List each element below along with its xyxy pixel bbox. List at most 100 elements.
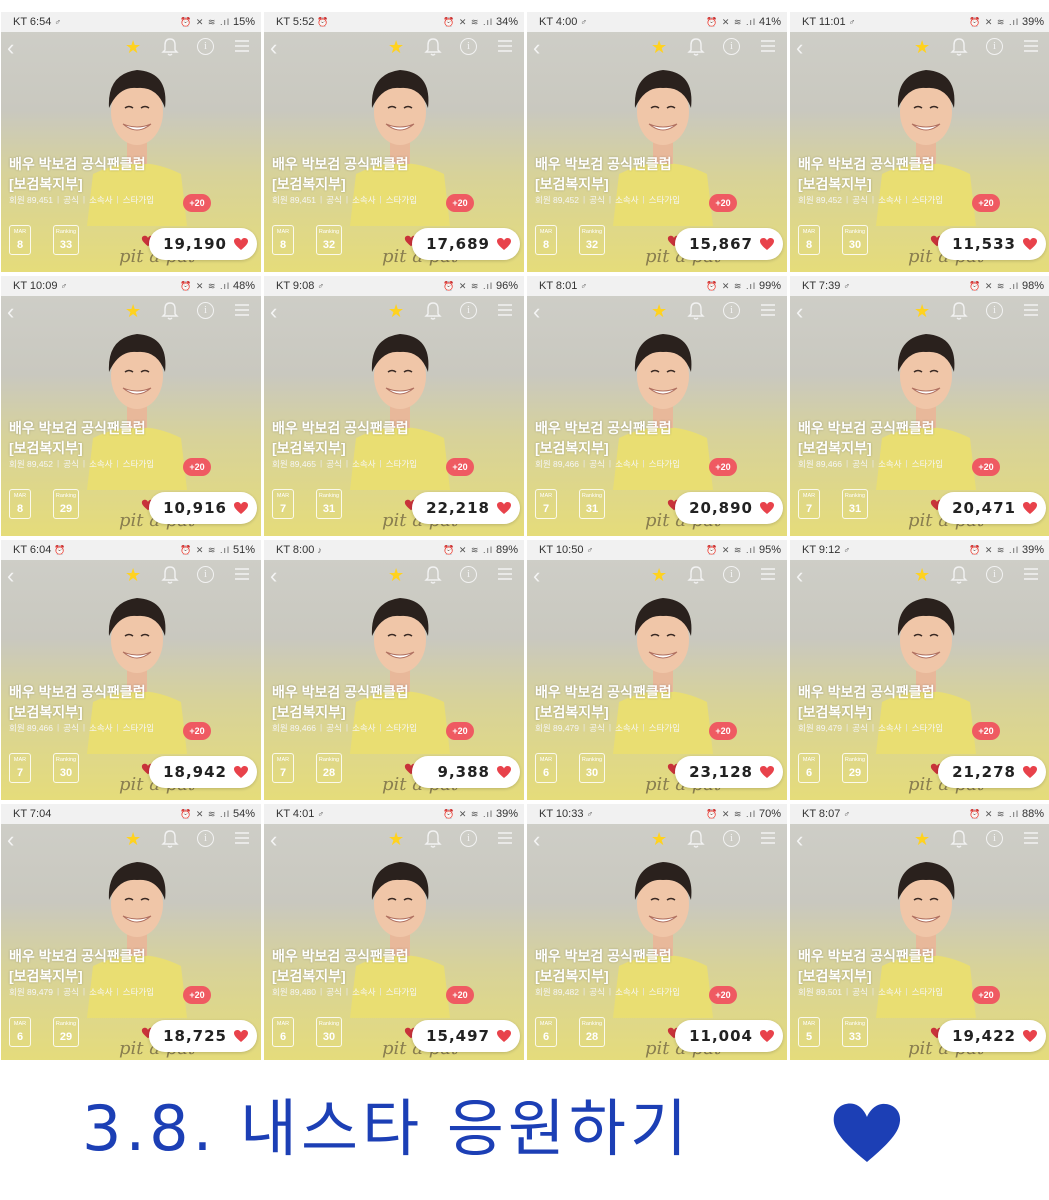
info-icon[interactable]: i: [197, 566, 214, 583]
bell-icon[interactable]: [424, 301, 442, 321]
favorite-star-icon[interactable]: ★: [651, 300, 667, 322]
vote-count-button[interactable]: 15,867: [675, 228, 783, 260]
back-arrow-icon[interactable]: ‹: [7, 36, 14, 60]
menu-icon[interactable]: [1024, 830, 1038, 846]
bell-icon[interactable]: [161, 565, 179, 585]
favorite-star-icon[interactable]: ★: [651, 564, 667, 586]
info-icon[interactable]: i: [723, 830, 740, 847]
back-arrow-icon[interactable]: ‹: [270, 828, 277, 852]
menu-icon[interactable]: [235, 566, 249, 582]
favorite-star-icon[interactable]: ★: [125, 36, 141, 58]
menu-icon[interactable]: [761, 566, 775, 582]
menu-icon[interactable]: [235, 38, 249, 54]
favorite-star-icon[interactable]: ★: [914, 564, 930, 586]
back-arrow-icon[interactable]: ‹: [533, 564, 540, 588]
info-icon[interactable]: i: [197, 830, 214, 847]
vote-count-button[interactable]: 11,004: [675, 1020, 783, 1052]
vote-count-button[interactable]: 18,942: [149, 756, 257, 788]
back-arrow-icon[interactable]: ‹: [270, 564, 277, 588]
bell-icon[interactable]: [424, 565, 442, 585]
back-arrow-icon[interactable]: ‹: [796, 300, 803, 324]
back-arrow-icon[interactable]: ‹: [796, 36, 803, 60]
favorite-star-icon[interactable]: ★: [914, 300, 930, 322]
back-arrow-icon[interactable]: ‹: [270, 300, 277, 324]
bell-icon[interactable]: [950, 565, 968, 585]
info-icon[interactable]: i: [460, 38, 477, 55]
info-icon[interactable]: i: [723, 38, 740, 55]
plus-badge[interactable]: +20: [972, 458, 1000, 476]
bell-icon[interactable]: [687, 565, 705, 585]
bell-icon[interactable]: [161, 301, 179, 321]
favorite-star-icon[interactable]: ★: [388, 828, 404, 850]
info-icon[interactable]: i: [197, 38, 214, 55]
bell-icon[interactable]: [950, 37, 968, 57]
vote-count-button[interactable]: 21,278: [938, 756, 1046, 788]
favorite-star-icon[interactable]: ★: [125, 300, 141, 322]
menu-icon[interactable]: [235, 830, 249, 846]
favorite-star-icon[interactable]: ★: [651, 36, 667, 58]
menu-icon[interactable]: [498, 566, 512, 582]
menu-icon[interactable]: [761, 830, 775, 846]
info-icon[interactable]: i: [460, 566, 477, 583]
favorite-star-icon[interactable]: ★: [388, 300, 404, 322]
back-arrow-icon[interactable]: ‹: [270, 36, 277, 60]
vote-count-button[interactable]: 20,471: [938, 492, 1046, 524]
back-arrow-icon[interactable]: ‹: [7, 828, 14, 852]
menu-icon[interactable]: [235, 302, 249, 318]
vote-count-button[interactable]: 20,890: [675, 492, 783, 524]
plus-badge[interactable]: +20: [183, 986, 211, 1004]
favorite-star-icon[interactable]: ★: [125, 564, 141, 586]
plus-badge[interactable]: +20: [972, 722, 1000, 740]
plus-badge[interactable]: +20: [709, 986, 737, 1004]
plus-badge[interactable]: +20: [183, 458, 211, 476]
back-arrow-icon[interactable]: ‹: [796, 828, 803, 852]
favorite-star-icon[interactable]: ★: [651, 828, 667, 850]
info-icon[interactable]: i: [986, 830, 1003, 847]
back-arrow-icon[interactable]: ‹: [7, 564, 14, 588]
menu-icon[interactable]: [498, 830, 512, 846]
plus-badge[interactable]: +20: [709, 458, 737, 476]
back-arrow-icon[interactable]: ‹: [533, 300, 540, 324]
plus-badge[interactable]: +20: [446, 194, 474, 212]
vote-count-button[interactable]: 18,725: [149, 1020, 257, 1052]
vote-count-button[interactable]: 15,497: [412, 1020, 520, 1052]
vote-count-button[interactable]: 23,128: [675, 756, 783, 788]
bell-icon[interactable]: [424, 829, 442, 849]
info-icon[interactable]: i: [723, 566, 740, 583]
bell-icon[interactable]: [687, 301, 705, 321]
bell-icon[interactable]: [950, 301, 968, 321]
info-icon[interactable]: i: [986, 566, 1003, 583]
plus-badge[interactable]: +20: [972, 986, 1000, 1004]
plus-badge[interactable]: +20: [972, 194, 1000, 212]
menu-icon[interactable]: [761, 302, 775, 318]
info-icon[interactable]: i: [197, 302, 214, 319]
plus-badge[interactable]: +20: [709, 722, 737, 740]
info-icon[interactable]: i: [986, 38, 1003, 55]
menu-icon[interactable]: [498, 38, 512, 54]
plus-badge[interactable]: +20: [709, 194, 737, 212]
plus-badge[interactable]: +20: [446, 722, 474, 740]
bell-icon[interactable]: [424, 37, 442, 57]
vote-count-button[interactable]: 17,689: [412, 228, 520, 260]
favorite-star-icon[interactable]: ★: [914, 828, 930, 850]
plus-badge[interactable]: +20: [183, 194, 211, 212]
vote-count-button[interactable]: 11,533: [938, 228, 1046, 260]
back-arrow-icon[interactable]: ‹: [7, 300, 14, 324]
vote-count-button[interactable]: 10,916: [149, 492, 257, 524]
menu-icon[interactable]: [1024, 566, 1038, 582]
vote-count-button[interactable]: 22,218: [412, 492, 520, 524]
info-icon[interactable]: i: [723, 302, 740, 319]
vote-count-button[interactable]: 19,422: [938, 1020, 1046, 1052]
bell-icon[interactable]: [950, 829, 968, 849]
favorite-star-icon[interactable]: ★: [914, 36, 930, 58]
info-icon[interactable]: i: [460, 830, 477, 847]
bell-icon[interactable]: [161, 37, 179, 57]
info-icon[interactable]: i: [986, 302, 1003, 319]
favorite-star-icon[interactable]: ★: [388, 564, 404, 586]
plus-badge[interactable]: +20: [446, 986, 474, 1004]
menu-icon[interactable]: [761, 38, 775, 54]
info-icon[interactable]: i: [460, 302, 477, 319]
plus-badge[interactable]: +20: [183, 722, 211, 740]
bell-icon[interactable]: [687, 829, 705, 849]
vote-count-button[interactable]: 9,388: [412, 756, 520, 788]
